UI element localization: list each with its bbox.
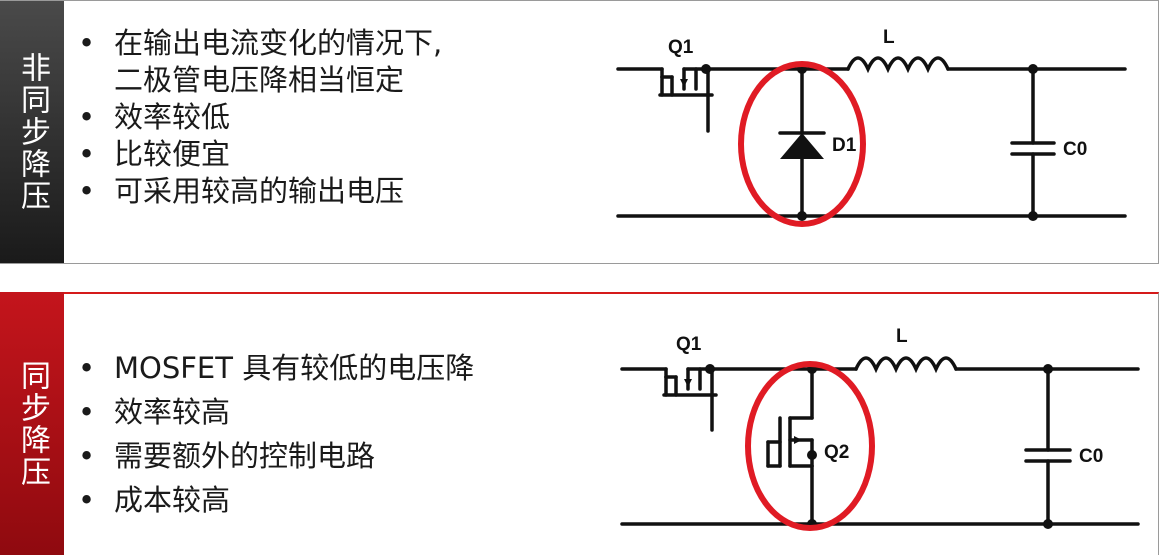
q1-mosfet-symbol: [658, 67, 714, 133]
q1-body-arrow: [684, 379, 692, 387]
inductor-coil: [846, 56, 950, 74]
capacitor-label: C0: [1079, 446, 1103, 467]
non-synchronous-buck-panel: 非同步降压 在输出电流变化的情况下, 二极管电压降相当恒定 效率较低 比较便宜 …: [0, 0, 1159, 264]
diode-triangle: [780, 133, 824, 159]
list-item: 效率较低: [78, 99, 442, 136]
feature-list-non-synchronous: 在输出电流变化的情况下, 二极管电压降相当恒定 效率较低 比较便宜 可采用较高的…: [78, 25, 442, 210]
list-item: 成本较高: [78, 478, 474, 522]
bullet-text: 效率较高: [114, 395, 231, 429]
junction-dot: [797, 211, 807, 221]
capacitor-label: C0: [1063, 139, 1087, 160]
bullet-text: 可采用较高的输出电压: [114, 174, 405, 208]
junction-dot: [1043, 519, 1053, 529]
junction-dot: [1028, 211, 1038, 221]
q1-mosfet-symbol: [662, 367, 718, 432]
junction-dot: [1028, 64, 1038, 74]
bullet-text: 比较便宜: [114, 137, 231, 171]
list-item: 在输出电流变化的情况下, 二极管电压降相当恒定: [78, 25, 442, 99]
section-tab-non-synchronous: 非同步降压: [0, 1, 64, 263]
section-tab-label: 同步降压: [15, 359, 50, 488]
synchronous-buck-panel: 同步降压 MOSFET 具有较低的电压降 效率较高 需要额外的控制电路 成本较高: [0, 292, 1159, 555]
junction-dot: [807, 450, 817, 460]
q1-label: Q1: [676, 334, 702, 355]
inductor-label: L: [883, 27, 895, 48]
junction-dot: [701, 64, 711, 74]
bullet-text: MOSFET 具有较低的电压降: [114, 351, 475, 385]
inductor-label: L: [896, 326, 908, 347]
buck-circuit-diode: Q1 L D1 C0: [616, 27, 1127, 227]
buck-circuit-synchronous: Q1 L Q2 C0: [620, 326, 1140, 531]
list-item: 需要额外的控制电路: [78, 434, 474, 478]
list-item: 比较便宜: [78, 136, 442, 173]
bullet-text: 成本较高: [114, 483, 231, 517]
bullet-text: 二极管电压降相当恒定: [114, 63, 405, 97]
section-tab-synchronous: 同步降压: [0, 292, 64, 555]
list-item: 可采用较高的输出电压: [78, 173, 442, 210]
q2-body-arrow: [794, 436, 802, 444]
q2-mosfet-symbol: [766, 367, 814, 526]
section-tab-label: 非同步降压: [15, 52, 50, 212]
junction-dot: [1043, 364, 1053, 374]
list-item: 效率较高: [78, 390, 474, 434]
junction-dot: [705, 364, 715, 374]
q1-body-arrow: [680, 79, 688, 87]
diode-label: D1: [832, 135, 857, 156]
list-item: MOSFET 具有较低的电压降: [78, 346, 474, 390]
inductor-coil: [854, 356, 958, 374]
feature-list-synchronous: MOSFET 具有较低的电压降 效率较高 需要额外的控制电路 成本较高: [78, 346, 474, 522]
q2-label: Q2: [824, 442, 849, 463]
bullet-text: 效率较低: [114, 100, 231, 134]
bullet-text: 在输出电流变化的情况下,: [114, 26, 443, 60]
bullet-text: 需要额外的控制电路: [114, 439, 376, 473]
q1-label: Q1: [668, 37, 694, 58]
